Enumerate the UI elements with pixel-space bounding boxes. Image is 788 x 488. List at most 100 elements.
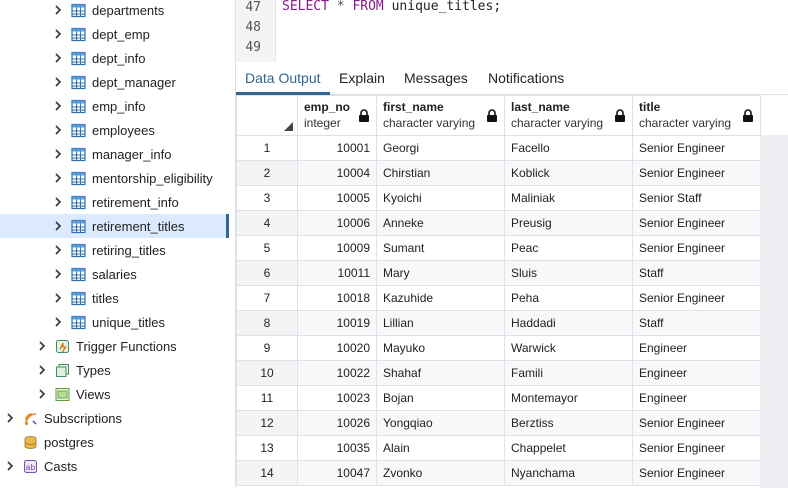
row-number[interactable]: 4 xyxy=(236,210,298,236)
cell-last-name[interactable]: Montemayor xyxy=(504,385,633,411)
chevron-right-icon[interactable] xyxy=(52,166,64,190)
chevron-right-icon[interactable] xyxy=(36,382,48,406)
chevron-right-icon[interactable] xyxy=(52,238,64,262)
cell-title[interactable]: Senior Engineer xyxy=(632,160,761,186)
tree-item-casts[interactable]: ab Casts xyxy=(0,454,229,478)
table-row[interactable]: 7 10018 Kazuhide Peha Senior Engineer xyxy=(236,285,761,311)
tree-item-dept-manager[interactable]: dept_manager xyxy=(0,70,229,94)
cell-title[interactable]: Senior Engineer xyxy=(632,460,761,486)
row-number[interactable]: 1 xyxy=(236,135,298,161)
cell-first-name[interactable]: Alain xyxy=(376,435,505,461)
tab-data-output[interactable]: Data Output xyxy=(236,62,330,95)
cell-first-name[interactable]: Georgi xyxy=(376,135,505,161)
cell-last-name[interactable]: Haddadi xyxy=(504,310,633,336)
cell-title[interactable]: Engineer xyxy=(632,385,761,411)
chevron-right-icon[interactable] xyxy=(52,142,64,166)
cell-emp-no[interactable]: 10006 xyxy=(297,210,377,236)
cell-emp-no[interactable]: 10005 xyxy=(297,185,377,211)
table-row[interactable]: 4 10006 Anneke Preusig Senior Engineer xyxy=(236,210,761,236)
cell-last-name[interactable]: Berztiss xyxy=(504,410,633,436)
chevron-right-icon[interactable] xyxy=(4,406,16,430)
tree-item-types[interactable]: Types xyxy=(0,358,229,382)
tree-item-employees[interactable]: employees xyxy=(0,118,229,142)
column-header-last-name[interactable]: last_name character varying xyxy=(504,95,633,136)
cell-emp-no[interactable]: 10026 xyxy=(297,410,377,436)
cell-title[interactable]: Senior Staff xyxy=(632,185,761,211)
cell-emp-no[interactable]: 10009 xyxy=(297,235,377,261)
cell-emp-no[interactable]: 10022 xyxy=(297,360,377,386)
row-number[interactable]: 8 xyxy=(236,310,298,336)
cell-last-name[interactable]: Sluis xyxy=(504,260,633,286)
cell-emp-no[interactable]: 10019 xyxy=(297,310,377,336)
cell-title[interactable]: Senior Engineer xyxy=(632,210,761,236)
cell-first-name[interactable]: Sumant xyxy=(376,235,505,261)
tree-item-mentorship-eligibility[interactable]: mentorship_eligibility xyxy=(0,166,229,190)
tab-notifications[interactable]: Notifications xyxy=(479,62,573,95)
column-header-emp-no[interactable]: emp_no integer xyxy=(297,95,377,136)
table-row[interactable]: 5 10009 Sumant Peac Senior Engineer xyxy=(236,235,761,261)
cell-first-name[interactable]: Yongqiao xyxy=(376,410,505,436)
table-row[interactable]: 13 10035 Alain Chappelet Senior Engineer xyxy=(236,435,761,461)
tab-explain[interactable]: Explain xyxy=(330,62,394,95)
chevron-right-icon[interactable] xyxy=(52,262,64,286)
query-editor[interactable]: 47 48 49 SELECT * FROM unique_titles; xyxy=(236,0,788,62)
chevron-right-icon[interactable] xyxy=(52,46,64,70)
table-row[interactable]: 3 10005 Kyoichi Maliniak Senior Staff xyxy=(236,185,761,211)
chevron-right-icon[interactable] xyxy=(52,22,64,46)
tree-item-retiring-titles[interactable]: retiring_titles xyxy=(0,238,229,262)
chevron-right-icon[interactable] xyxy=(52,286,64,310)
cell-title[interactable]: Senior Engineer xyxy=(632,410,761,436)
chevron-right-icon[interactable] xyxy=(36,358,48,382)
cell-title[interactable]: Senior Engineer xyxy=(632,285,761,311)
cell-title[interactable]: Senior Engineer xyxy=(632,435,761,461)
tree-item-trigger-functions[interactable]: Trigger Functions xyxy=(0,334,229,358)
cell-emp-no[interactable]: 10018 xyxy=(297,285,377,311)
cell-last-name[interactable]: Preusig xyxy=(504,210,633,236)
cell-first-name[interactable]: Shahaf xyxy=(376,360,505,386)
table-row[interactable]: 11 10023 Bojan Montemayor Engineer xyxy=(236,385,761,411)
row-number[interactable]: 10 xyxy=(236,360,298,386)
cell-last-name[interactable]: Peha xyxy=(504,285,633,311)
table-row[interactable]: 8 10019 Lillian Haddadi Staff xyxy=(236,310,761,336)
tree-item-subscriptions[interactable]: Subscriptions xyxy=(0,406,229,430)
cell-last-name[interactable]: Facello xyxy=(504,135,633,161)
cell-emp-no[interactable]: 10035 xyxy=(297,435,377,461)
tree-item-retirement-info[interactable]: retirement_info xyxy=(0,190,229,214)
chevron-right-icon[interactable] xyxy=(4,454,16,478)
cell-first-name[interactable]: Bojan xyxy=(376,385,505,411)
table-row[interactable]: 10 10022 Shahaf Famili Engineer xyxy=(236,360,761,386)
row-number[interactable]: 2 xyxy=(236,160,298,186)
row-number[interactable]: 7 xyxy=(236,285,298,311)
row-number[interactable]: 11 xyxy=(236,385,298,411)
chevron-right-icon[interactable] xyxy=(52,0,64,22)
cell-emp-no[interactable]: 10011 xyxy=(297,260,377,286)
cell-title[interactable]: Senior Engineer xyxy=(632,235,761,261)
row-number[interactable]: 13 xyxy=(236,435,298,461)
tree-item-postgres[interactable]: postgres xyxy=(0,430,229,454)
cell-title[interactable]: Engineer xyxy=(632,360,761,386)
cell-last-name[interactable]: Chappelet xyxy=(504,435,633,461)
cell-first-name[interactable]: Kazuhide xyxy=(376,285,505,311)
table-row[interactable]: 9 10020 Mayuko Warwick Engineer xyxy=(236,335,761,361)
cell-last-name[interactable]: Maliniak xyxy=(504,185,633,211)
row-number[interactable]: 6 xyxy=(236,260,298,286)
tree-item-unique-titles[interactable]: unique_titles xyxy=(0,310,229,334)
cell-title[interactable]: Staff xyxy=(632,310,761,336)
cell-emp-no[interactable]: 10001 xyxy=(297,135,377,161)
cell-title[interactable]: Staff xyxy=(632,260,761,286)
tree-item-views[interactable]: Views xyxy=(0,382,229,406)
sql-code-line[interactable]: SELECT * FROM unique_titles; xyxy=(282,0,501,14)
chevron-right-icon[interactable] xyxy=(52,214,64,238)
cell-last-name[interactable]: Famili xyxy=(504,360,633,386)
cell-emp-no[interactable]: 10004 xyxy=(297,160,377,186)
select-all-corner[interactable] xyxy=(236,95,298,136)
tree-item-titles[interactable]: titles xyxy=(0,286,229,310)
chevron-right-icon[interactable] xyxy=(52,310,64,334)
tree-item-manager-info[interactable]: manager_info xyxy=(0,142,229,166)
cell-last-name[interactable]: Nyanchama xyxy=(504,460,633,486)
cell-first-name[interactable]: Anneke xyxy=(376,210,505,236)
row-number[interactable]: 3 xyxy=(236,185,298,211)
table-row[interactable]: 6 10011 Mary Sluis Staff xyxy=(236,260,761,286)
column-header-first-name[interactable]: first_name character varying xyxy=(376,95,505,136)
tree-item-retirement-titles[interactable]: retirement_titles xyxy=(0,214,229,238)
